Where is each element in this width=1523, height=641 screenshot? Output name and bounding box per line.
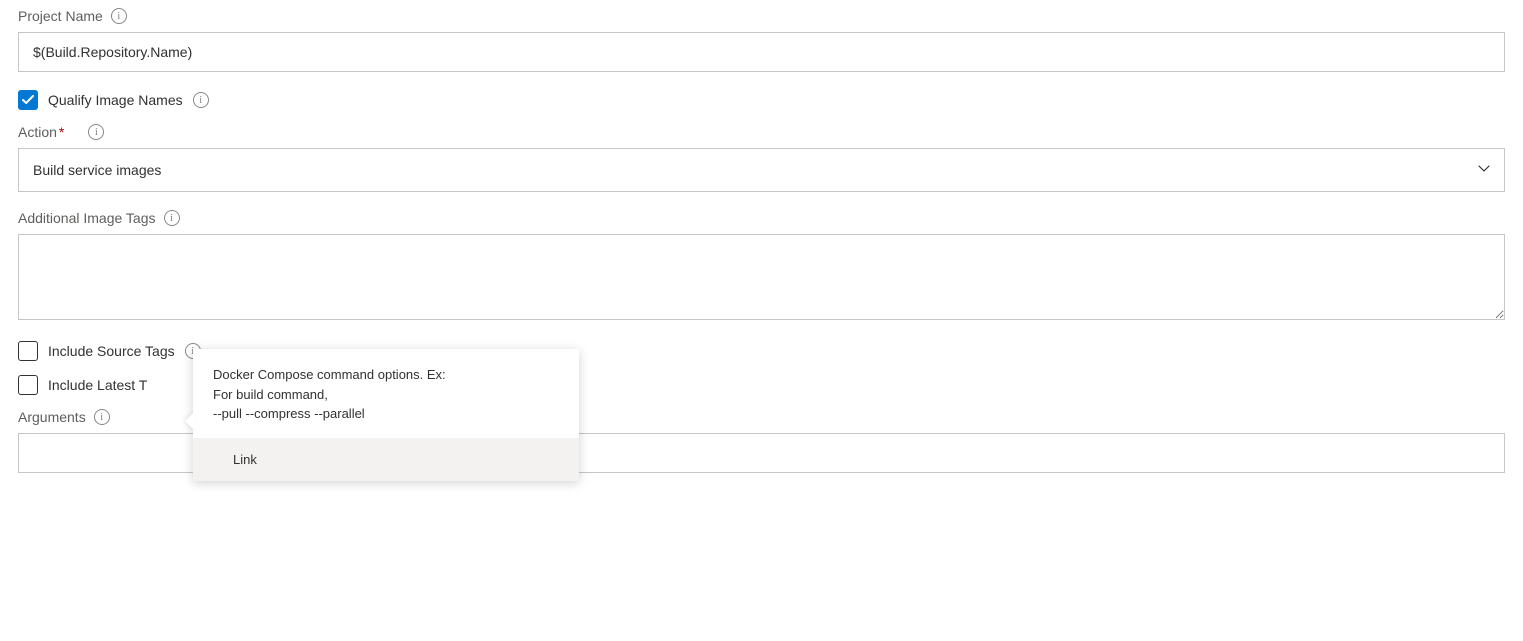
project-name-label-row: Project Name i <box>18 8 1505 24</box>
include-source-tags-label: Include Source Tags <box>48 343 175 359</box>
info-icon[interactable]: i <box>111 8 127 24</box>
tooltip-link[interactable]: Link <box>193 438 579 481</box>
info-icon[interactable]: i <box>94 409 110 425</box>
additional-image-tags-label: Additional Image Tags <box>18 210 156 226</box>
include-latest-tag-label: Include Latest T <box>48 377 147 393</box>
include-source-tags-checkbox[interactable] <box>18 341 38 361</box>
project-name-label: Project Name <box>18 8 103 24</box>
required-asterisk: * <box>59 124 64 140</box>
arguments-field: Arguments i Docker Compose command optio… <box>18 409 1505 473</box>
tooltip-line-3: --pull --compress --parallel <box>213 404 559 424</box>
include-latest-tag-checkbox[interactable] <box>18 375 38 395</box>
additional-image-tags-field: Additional Image Tags i <box>18 210 1505 323</box>
action-select[interactable] <box>18 148 1505 192</box>
qualify-image-names-label: Qualify Image Names <box>48 92 183 108</box>
arguments-tooltip: Docker Compose command options. Ex: For … <box>193 349 579 481</box>
arguments-label: Arguments <box>18 409 86 425</box>
action-label: Action* <box>18 124 64 140</box>
additional-image-tags-label-row: Additional Image Tags i <box>18 210 1505 226</box>
info-icon[interactable]: i <box>88 124 104 140</box>
action-field: Action* i <box>18 124 1505 192</box>
action-select-wrap <box>18 148 1505 192</box>
additional-image-tags-input[interactable] <box>18 234 1505 320</box>
action-label-row: Action* i <box>18 124 1505 140</box>
info-icon[interactable]: i <box>193 92 209 108</box>
tooltip-caret <box>185 411 195 431</box>
project-name-input[interactable] <box>18 32 1505 72</box>
tooltip-line-1: Docker Compose command options. Ex: <box>213 365 559 385</box>
tooltip-body: Docker Compose command options. Ex: For … <box>193 349 579 438</box>
project-name-field: Project Name i <box>18 8 1505 72</box>
qualify-image-names-checkbox[interactable] <box>18 90 38 110</box>
action-label-text: Action <box>18 124 57 140</box>
info-icon[interactable]: i <box>164 210 180 226</box>
tooltip-line-2: For build command, <box>213 385 559 405</box>
qualify-image-names-row: Qualify Image Names i <box>18 90 1505 110</box>
